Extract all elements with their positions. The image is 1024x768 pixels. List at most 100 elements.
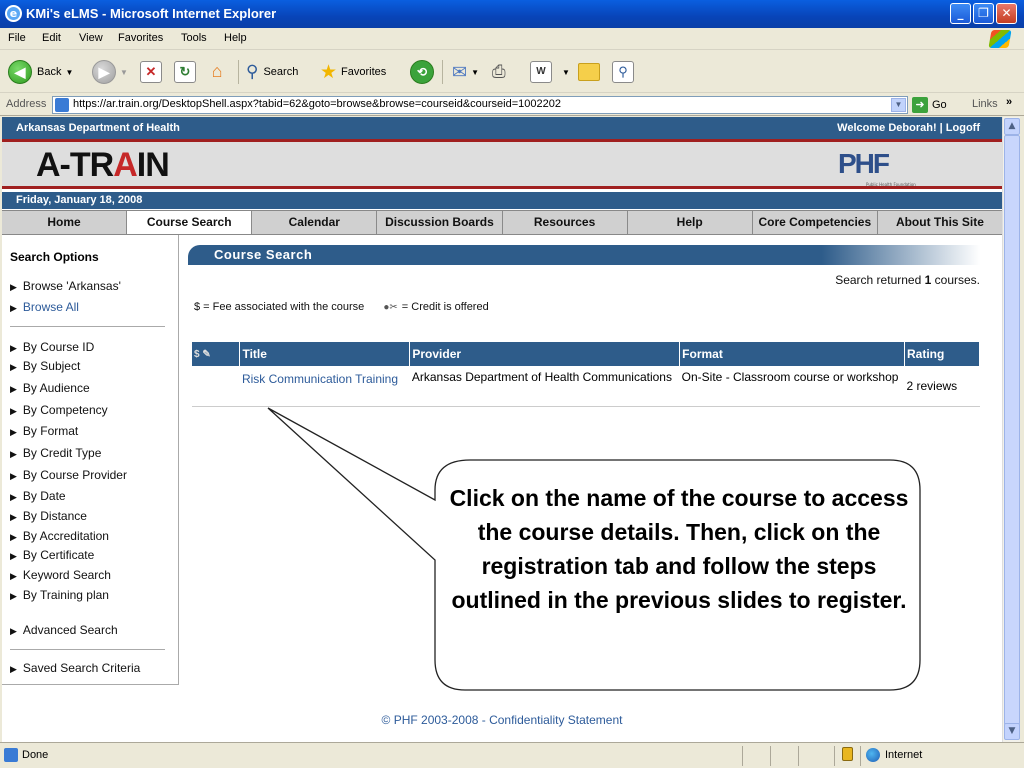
logo-text-end: IN xyxy=(136,146,170,184)
forward-button[interactable]: ▶ ▼ xyxy=(92,59,128,85)
status-divider xyxy=(860,746,861,766)
research-button[interactable]: ⚲ xyxy=(612,59,634,85)
triangle-right-icon: ▶ xyxy=(10,626,17,636)
sidebar-item-saved-search-criteria[interactable]: ▶ Saved Search Criteria xyxy=(10,661,140,675)
column-header-format[interactable]: Format xyxy=(679,342,905,366)
maximize-button[interactable]: ❐ xyxy=(973,3,994,24)
stop-icon: ✕ xyxy=(140,61,162,83)
course-rating[interactable]: 2 reviews xyxy=(904,366,980,407)
sidebar-item-by-format[interactable]: ▶ By Format xyxy=(10,424,78,438)
back-button[interactable]: ◀ Back ▼ xyxy=(8,59,73,85)
research-icon: ⚲ xyxy=(612,61,634,83)
welcome-logoff[interactable]: Welcome Deborah! | Logoff xyxy=(837,122,980,134)
tab-home[interactable]: Home xyxy=(2,211,128,234)
sidebar-item-browse-arkansas[interactable]: ▶ Browse 'Arkansas' xyxy=(10,279,121,293)
sidebar-item-by-training-plan[interactable]: ▶ By Training plan xyxy=(10,588,109,602)
address-bar: Address https://ar.train.org/DesktopShel… xyxy=(0,94,1024,116)
tab-calendar[interactable]: Calendar xyxy=(252,211,378,234)
cursor-icon: A xyxy=(113,146,138,184)
triangle-right-icon: ▶ xyxy=(10,384,17,394)
triangle-right-icon: ▶ xyxy=(10,303,17,313)
tab-help[interactable]: Help xyxy=(628,211,753,234)
phf-logo: PHF Public Health Foundation xyxy=(838,148,928,187)
org-name: Arkansas Department of Health xyxy=(16,122,180,134)
go-button[interactable]: ➜ Go xyxy=(912,97,947,113)
globe-icon xyxy=(866,748,880,762)
status-bar: Done Internet xyxy=(0,742,1024,768)
refresh-button[interactable]: ↻ xyxy=(174,59,196,85)
folder-button[interactable] xyxy=(578,59,600,85)
go-arrow-icon: ➜ xyxy=(912,97,928,113)
sidebar-item-by-credit-type[interactable]: ▶ By Credit Type xyxy=(10,446,101,460)
sidebar-item-by-course-provider[interactable]: ▶ By Course Provider xyxy=(10,468,127,482)
favorites-button[interactable]: ★ Favorites xyxy=(320,59,386,85)
menu-tools[interactable]: Tools xyxy=(181,32,207,44)
triangle-right-icon: ▶ xyxy=(10,571,17,581)
sidebar-item-by-date[interactable]: ▶ By Date xyxy=(10,489,66,503)
edit-dropdown-icon: ▼ xyxy=(562,67,570,77)
triangle-right-icon: ▶ xyxy=(10,362,17,372)
address-dropdown-icon[interactable]: ▼ xyxy=(891,98,906,112)
credit-icon: ●✂ xyxy=(383,302,398,313)
sidebar-item-by-accreditation[interactable]: ▶ By Accreditation xyxy=(10,529,109,543)
column-header-provider[interactable]: Provider xyxy=(409,342,681,366)
tab-resources[interactable]: Resources xyxy=(503,211,628,234)
title-bar: e KMi's eLMS - Microsoft Internet Explor… xyxy=(0,0,1024,28)
address-input[interactable]: https://ar.train.org/DesktopShell.aspx?t… xyxy=(52,96,908,114)
print-button[interactable]: ⎙ xyxy=(492,59,506,85)
results-count-number: 1 xyxy=(924,273,932,287)
logo-text-start: A-TR xyxy=(36,146,114,184)
scroll-down-icon[interactable]: ▼ xyxy=(1004,723,1020,740)
sidebar-item-by-certificate[interactable]: ▶ By Certificate xyxy=(10,548,94,562)
mail-button[interactable]: ✉ ▼ xyxy=(452,59,479,85)
address-url: https://ar.train.org/DesktopShell.aspx?t… xyxy=(73,98,561,110)
tab-course-search[interactable]: Course Search xyxy=(127,211,253,234)
sidebar-item-by-audience[interactable]: ▶ By Audience xyxy=(10,381,90,395)
sidebar-item-keyword-search[interactable]: ▶ Keyword Search xyxy=(10,568,111,582)
sidebar-item-browse-all[interactable]: ▶ Browse All xyxy=(10,300,79,314)
date-bar: Friday, January 18, 2008 xyxy=(2,192,1002,209)
home-button[interactable]: ⌂ xyxy=(206,59,228,85)
sidebar-item-by-subject[interactable]: ▶ By Subject xyxy=(10,359,80,373)
scroll-thumb[interactable] xyxy=(1004,135,1020,725)
sidebar-item-by-course-id[interactable]: ▶ By Course ID xyxy=(10,340,94,354)
column-header-rating[interactable]: Rating xyxy=(904,342,980,366)
go-label: Go xyxy=(932,99,947,111)
sidebar-item-by-competency[interactable]: ▶ By Competency xyxy=(10,403,108,417)
chevron-right-icon[interactable]: » xyxy=(1006,96,1012,108)
minimize-button[interactable]: _ xyxy=(950,3,971,24)
legend: $ = Fee associated with the course ●✂ = C… xyxy=(194,301,489,313)
menu-help[interactable]: Help xyxy=(224,32,247,44)
edit-button[interactable]: W ▼ xyxy=(530,59,570,85)
column-header-title[interactable]: Title xyxy=(239,342,411,366)
close-button[interactable]: ✕ xyxy=(996,3,1017,24)
footer[interactable]: © PHF 2003-2008 - Confidentiality Statem… xyxy=(2,713,1002,727)
stop-button[interactable]: ✕ xyxy=(140,59,162,85)
tab-discussion-boards[interactable]: Discussion Boards xyxy=(377,211,503,234)
phf-logo-letters: PHF xyxy=(838,148,890,179)
tab-about-this-site[interactable]: About This Site xyxy=(878,211,1002,234)
triangle-right-icon: ▶ xyxy=(10,512,17,522)
search-button[interactable]: ⚲ Search xyxy=(246,59,298,85)
course-title-link[interactable]: Risk Communication Training xyxy=(242,372,398,386)
results-table: $ ✎ Title Provider Format Rating Risk Co… xyxy=(192,342,980,407)
printer-icon: ⎙ xyxy=(492,62,506,81)
results-count-suffix: courses. xyxy=(934,273,980,287)
history-button[interactable]: ⟲ xyxy=(410,59,434,85)
course-provider: Arkansas Department of Health Communicat… xyxy=(409,366,680,407)
menu-favorites[interactable]: Favorites xyxy=(118,32,163,44)
sidebar-item-by-distance[interactable]: ▶ By Distance xyxy=(10,509,87,523)
tab-core-competencies[interactable]: Core Competencies xyxy=(753,211,878,234)
triangle-right-icon: ▶ xyxy=(10,664,17,674)
results-count-prefix: Search returned xyxy=(835,273,922,287)
links-button[interactable]: Links xyxy=(972,98,998,110)
menu-edit[interactable]: Edit xyxy=(42,32,61,44)
menu-file[interactable]: File xyxy=(8,32,26,44)
toolbar: ◀ Back ▼ ▶ ▼ ✕ ↻ ⌂ ⚲ Search ★ Favorites … xyxy=(0,51,1024,93)
status-divider xyxy=(742,746,743,766)
scroll-up-icon[interactable]: ▲ xyxy=(1004,118,1020,135)
menu-view[interactable]: View xyxy=(79,32,103,44)
address-label: Address xyxy=(6,98,47,110)
sidebar-item-advanced-search[interactable]: ▶ Advanced Search xyxy=(10,623,118,637)
vertical-scrollbar[interactable]: ▲ ▼ xyxy=(1002,117,1020,742)
